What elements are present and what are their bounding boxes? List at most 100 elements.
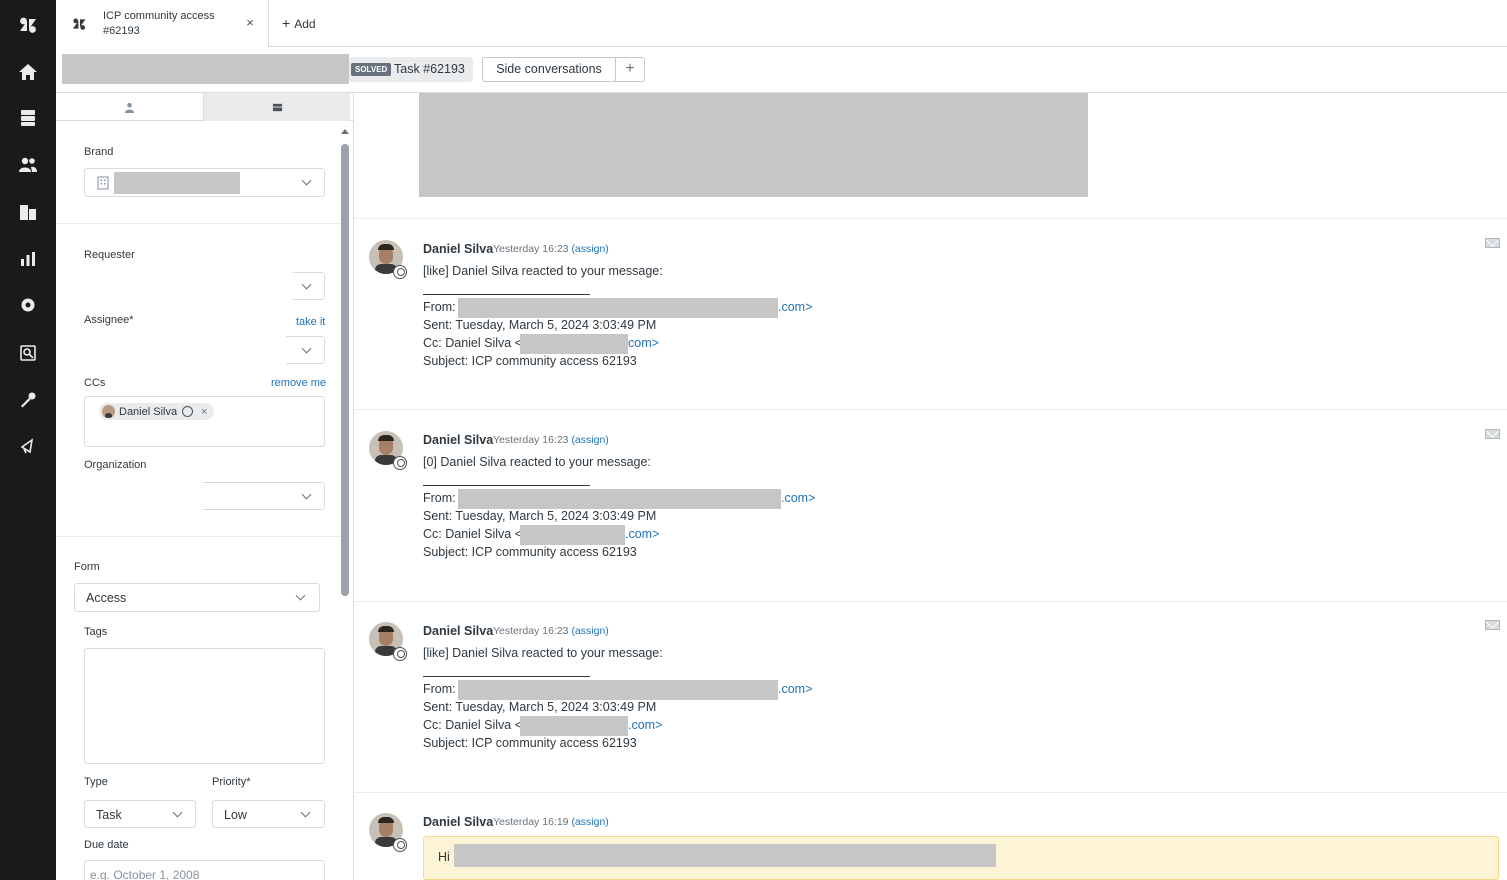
side-conversations-button[interactable]: Side conversations xyxy=(482,57,616,82)
priority-select[interactable]: Low xyxy=(212,800,325,828)
redacted-assignee xyxy=(80,328,286,365)
form-value: Access xyxy=(86,591,127,605)
redacted-email xyxy=(458,680,778,700)
divider xyxy=(56,223,341,224)
priority-label: Priority* xyxy=(212,776,251,788)
add-tab-button[interactable]: + Add xyxy=(282,15,316,31)
subject-line: Subject: ICP community access 62193 xyxy=(423,354,637,368)
email-channel-icon[interactable] xyxy=(1485,620,1500,630)
email-channel-icon[interactable] xyxy=(1485,429,1500,439)
ticket-icon xyxy=(272,103,282,111)
chevron-down-icon xyxy=(301,343,312,354)
email-channel-icon[interactable] xyxy=(1485,238,1500,248)
chevron-down-icon xyxy=(295,590,306,601)
remove-cc-icon[interactable]: × xyxy=(201,406,207,418)
chevron-down-icon xyxy=(301,489,312,500)
redacted-note-content xyxy=(454,844,996,867)
assign-link[interactable]: (assign) xyxy=(571,816,608,828)
from-email-suffix[interactable]: .com> xyxy=(778,300,812,314)
due-date-input[interactable]: e.g. October 1, 2008 xyxy=(84,860,325,880)
admin-icon[interactable] xyxy=(0,285,56,325)
cc-chip: Daniel Silva × xyxy=(99,403,214,420)
message-author: Daniel Silva xyxy=(423,242,494,256)
note-text: Hi xyxy=(438,850,450,864)
message-author: Daniel Silva xyxy=(423,815,494,829)
conversation-pane: Daniel Silva Yesterday 16:23 (assign) [l… xyxy=(354,93,1507,880)
from-email-suffix[interactable]: .com> xyxy=(778,682,812,696)
tab-ticket-number: #62193 xyxy=(103,25,140,37)
assign-link[interactable]: (assign) xyxy=(571,243,608,255)
task-tab[interactable]: SOLVED Task #62193 xyxy=(349,57,473,82)
close-tab-icon[interactable]: × xyxy=(243,16,257,30)
tags-label: Tags xyxy=(84,626,108,638)
message-author: Daniel Silva xyxy=(423,433,494,447)
organizations-icon[interactable] xyxy=(0,192,56,232)
brand-select[interactable] xyxy=(84,168,325,197)
message-body: [like] Daniel Silva reacted to your mess… xyxy=(423,264,663,278)
end-user-icon xyxy=(182,406,194,417)
tab-ticket-62193[interactable]: ICP community access #62193 × xyxy=(56,0,269,47)
explore-icon[interactable] xyxy=(0,333,56,373)
customers-icon[interactable] xyxy=(0,145,56,185)
apps-icon[interactable] xyxy=(0,380,56,420)
building-icon xyxy=(97,176,109,190)
main-nav xyxy=(0,0,56,880)
remove-me-link[interactable]: remove me xyxy=(271,377,326,389)
assign-link[interactable]: (assign) xyxy=(571,434,608,446)
cc-email-suffix[interactable]: com> xyxy=(628,336,659,350)
scroll-up-arrow[interactable] xyxy=(341,129,349,134)
message-time: Yesterday 16:19 (assign) xyxy=(493,816,609,828)
form-select[interactable]: Access xyxy=(74,583,320,612)
tags-input[interactable] xyxy=(84,648,325,764)
assignee-label: Assignee* xyxy=(84,314,134,326)
sent-line: Sent: Tuesday, March 5, 2024 3:03:49 PM xyxy=(423,318,657,332)
add-side-conversation-button[interactable]: + xyxy=(616,57,645,82)
tab-bar: ICP community access #62193 × + Add xyxy=(56,0,1507,47)
cc-line: Cc: Daniel Silva < xyxy=(423,336,522,350)
chevron-down-icon xyxy=(301,279,312,290)
assign-link[interactable]: (assign) xyxy=(571,625,608,637)
type-select[interactable]: Task xyxy=(84,800,196,828)
cc-email-suffix[interactable]: .com> xyxy=(628,718,662,732)
ccs-label: CCs xyxy=(84,377,106,389)
cc-line: Cc: Daniel Silva < xyxy=(423,718,522,732)
reporting-icon[interactable] xyxy=(0,239,56,279)
redacted-email xyxy=(520,334,628,354)
sent-line: Sent: Tuesday, March 5, 2024 3:03:49 PM xyxy=(423,700,657,714)
views-icon[interactable] xyxy=(0,98,56,138)
redacted-image xyxy=(419,93,1088,197)
brand-label: Brand xyxy=(84,146,114,158)
from-line: From: xyxy=(423,682,456,696)
form-label: Form xyxy=(74,561,100,573)
ticket-properties-panel: Brand Requester Assignee* take it CCs re… xyxy=(56,93,354,880)
ccs-field[interactable]: Daniel Silva × xyxy=(84,396,325,447)
from-line: From: xyxy=(423,491,456,505)
end-user-badge-icon xyxy=(393,265,407,279)
cc-email-suffix[interactable]: .com> xyxy=(625,527,659,541)
panel-scrollbar[interactable] xyxy=(341,144,349,596)
separator-line xyxy=(423,676,590,677)
ticket-subbar: SOLVED Task #62193 Side conversations + xyxy=(56,47,1507,93)
home-icon[interactable] xyxy=(0,52,56,92)
user-icon xyxy=(124,102,135,113)
type-value: Task xyxy=(96,808,122,822)
separator-line xyxy=(423,294,590,295)
tab-user[interactable] xyxy=(56,93,203,121)
redacted-requester xyxy=(84,265,293,301)
redacted-email xyxy=(458,489,781,509)
requester-label: Requester xyxy=(84,249,135,261)
tab-ticket-fields[interactable] xyxy=(203,93,350,121)
panel-tabs xyxy=(56,93,353,121)
priority-value: Low xyxy=(224,808,247,822)
take-it-link[interactable]: take it xyxy=(296,316,325,328)
subject-line: Subject: ICP community access 62193 xyxy=(423,545,637,559)
cc-chip-name: Daniel Silva xyxy=(119,405,178,418)
plus-icon: + xyxy=(282,15,291,31)
zendesk-logo-icon[interactable] xyxy=(0,5,56,45)
divider xyxy=(354,601,1507,602)
avatar xyxy=(102,405,115,418)
app-root: ICP community access #62193 × + Add SOLVE… xyxy=(0,0,1507,880)
support-icon[interactable] xyxy=(0,426,56,466)
from-email-suffix[interactable]: .com> xyxy=(781,491,815,505)
redacted-brand-name xyxy=(114,172,240,194)
